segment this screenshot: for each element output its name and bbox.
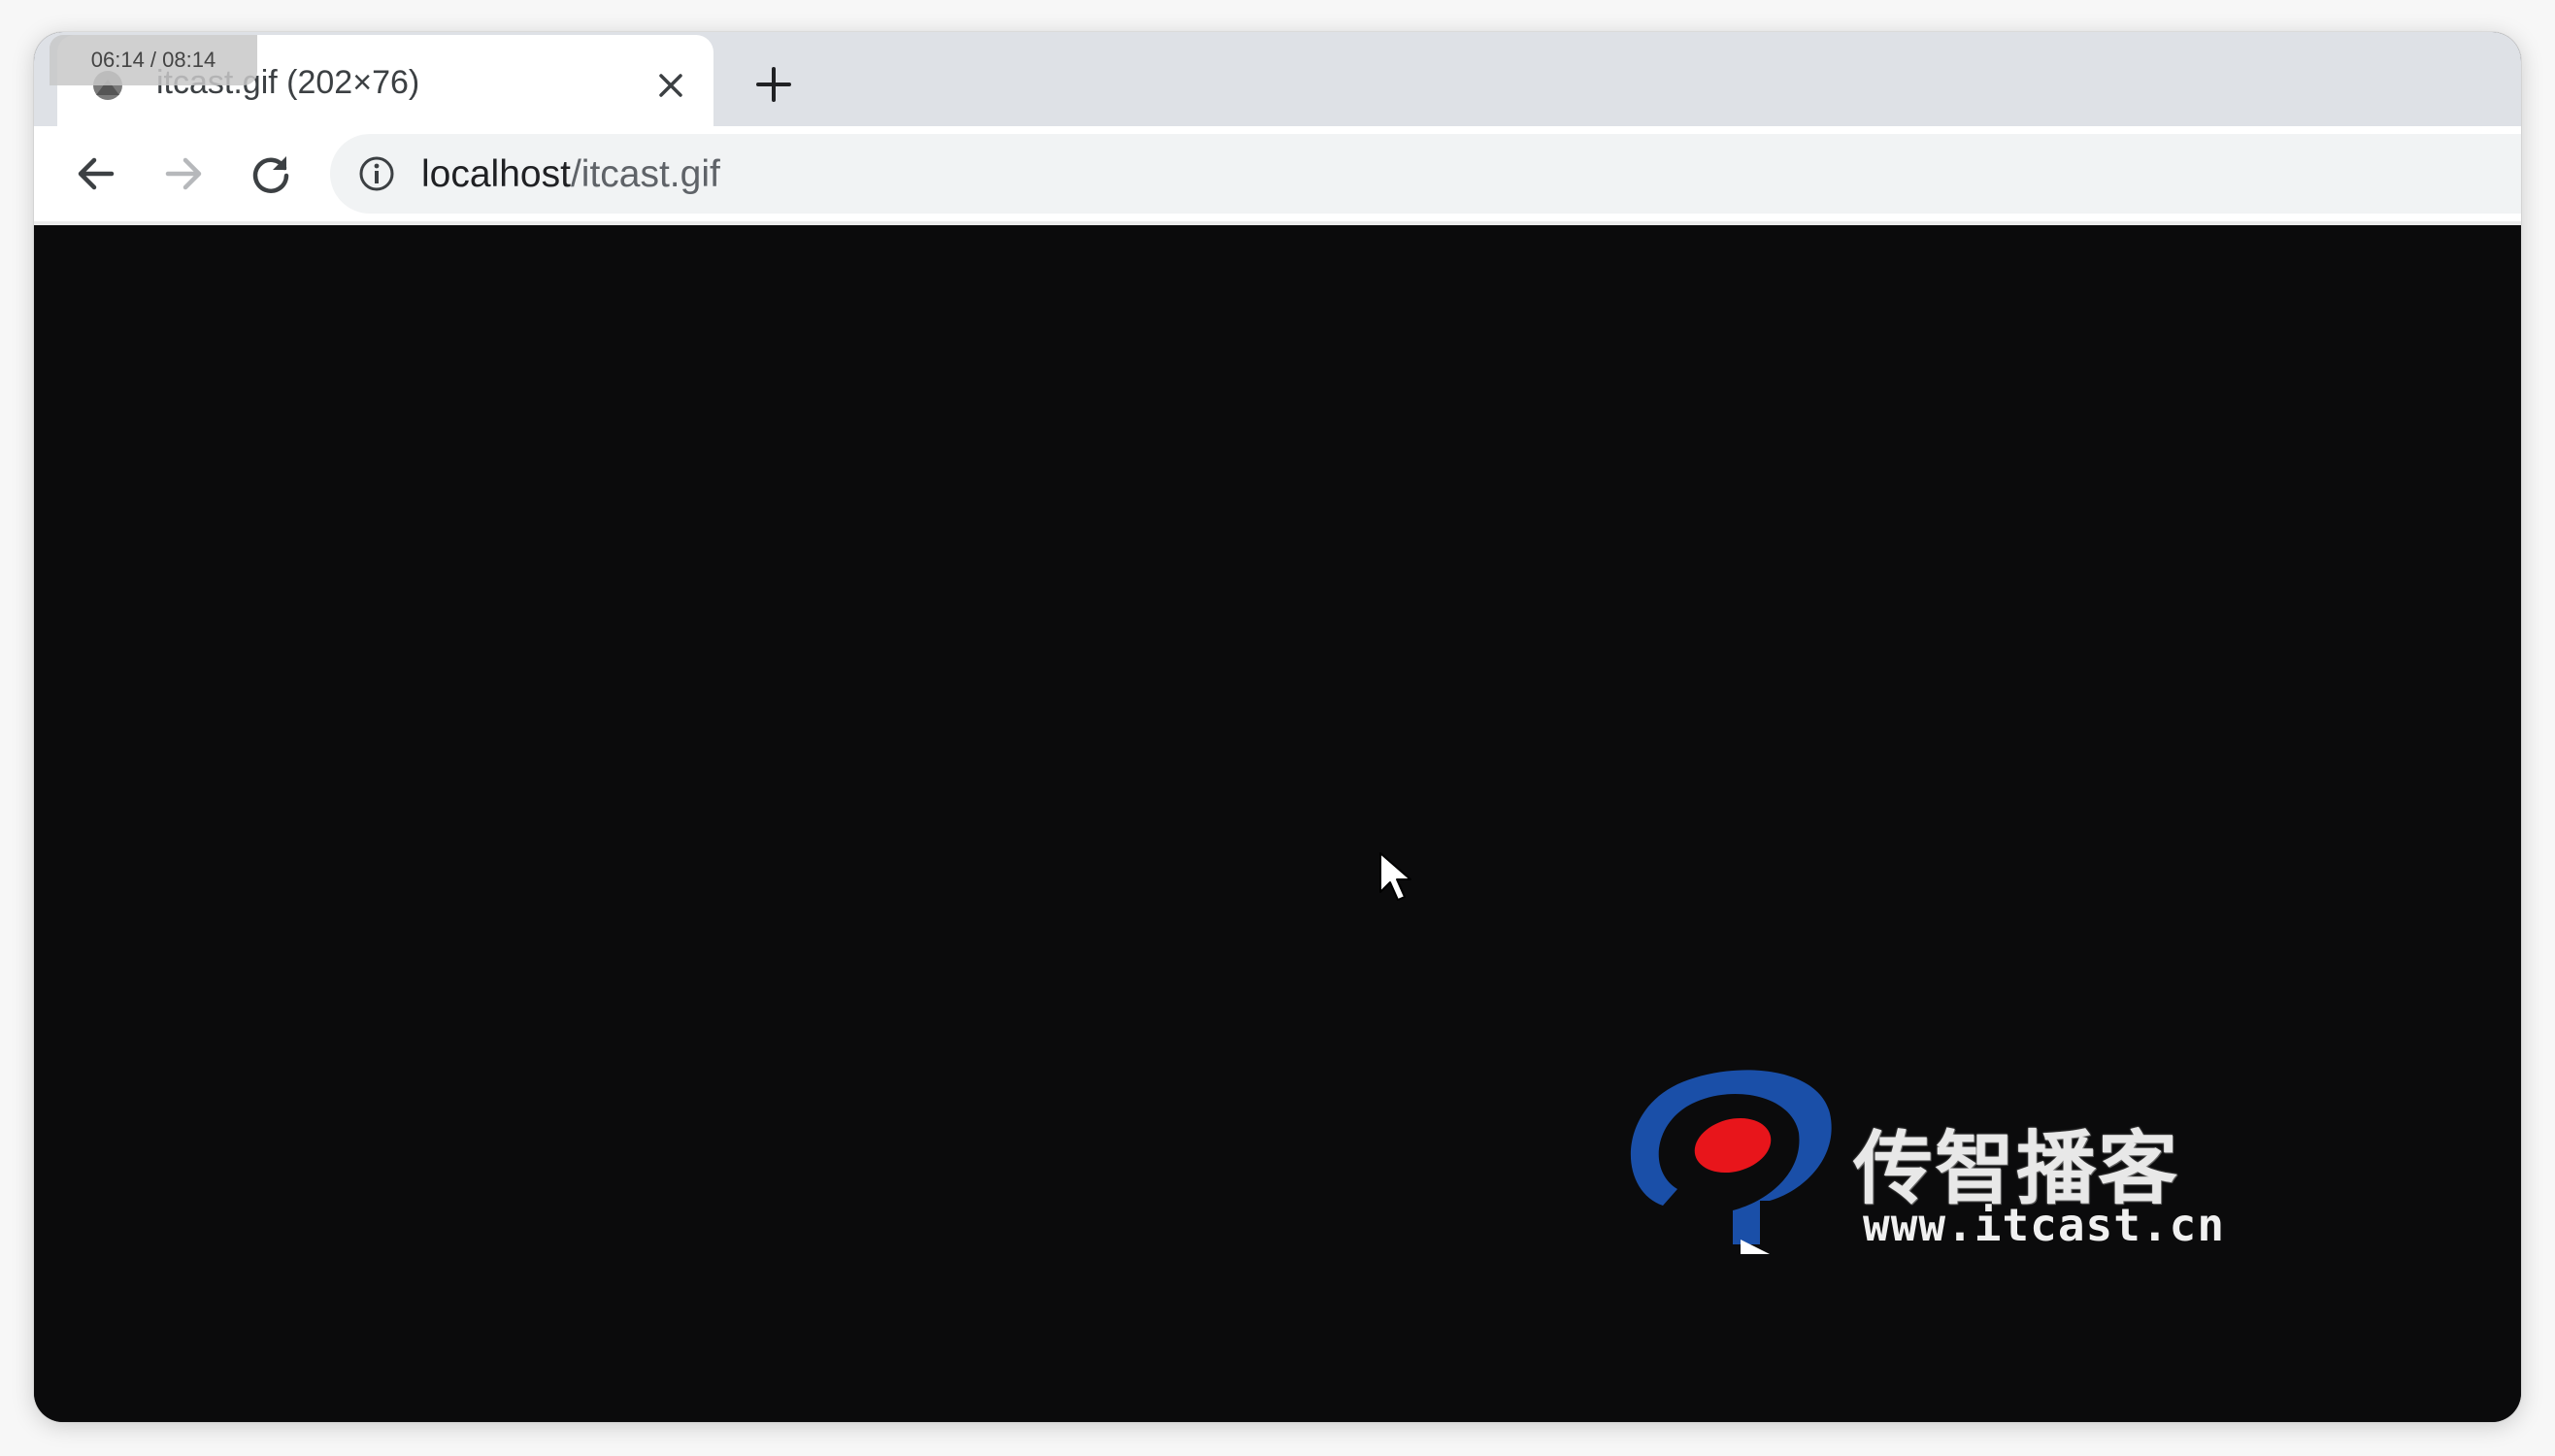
browser-toolbar: localhost/itcast.gif [34, 126, 2521, 221]
url-text[interactable]: localhost/itcast.gif [421, 153, 720, 196]
url-path: /itcast.gif [570, 153, 720, 195]
arrow-right-icon[interactable] [158, 149, 209, 199]
tab-strip: itcast.gif (202×76) [34, 32, 2521, 132]
reload-icon[interactable] [246, 149, 296, 199]
browser-window: itcast.gif (202×76) localhost/itcast.gif… [34, 32, 2521, 1422]
video-timestamp: 06:14 / 08:14 [50, 35, 257, 85]
close-icon[interactable] [651, 66, 690, 105]
plus-icon[interactable] [750, 61, 797, 108]
logo-url-text: www.itcast.cn [1863, 1199, 2226, 1251]
info-icon[interactable] [357, 154, 396, 193]
arrow-left-icon[interactable] [71, 149, 121, 199]
mouse-cursor-icon [1379, 852, 1411, 901]
url-host: localhost [421, 153, 571, 195]
image-viewer-area: 传智播客 www.itcast.cn [34, 225, 2521, 1422]
itcast-logo-image: 传智播客 www.itcast.cn [1624, 1045, 2226, 1254]
itcast-logo-mark [1630, 1070, 1832, 1254]
address-bar[interactable]: localhost/itcast.gif [330, 134, 2521, 214]
